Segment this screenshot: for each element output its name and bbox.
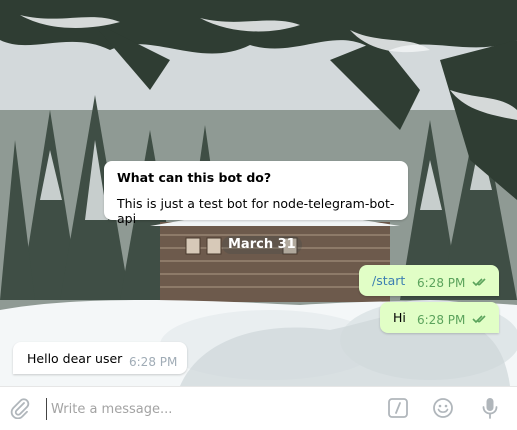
message-text-command[interactable]: /start (372, 273, 405, 288)
paperclip-icon[interactable] (9, 397, 31, 419)
message-time: 6:28 PM (417, 276, 466, 290)
message-time: 6:28 PM (129, 355, 178, 369)
date-separator: March 31 (222, 236, 302, 254)
bot-info-card: What can this bot do? This is just a tes… (104, 161, 408, 226)
bot-info-description: This is just a test bot for node-telegra… (117, 196, 395, 226)
outgoing-message[interactable]: /start 6:28 PM (359, 265, 499, 296)
bot-info-title: What can this bot do? (117, 170, 272, 185)
slash-command-icon[interactable] (387, 397, 409, 419)
chat-area: What can this bot do? This is just a tes… (0, 0, 517, 386)
message-text: Hello dear user (27, 351, 123, 366)
double-check-icon (472, 278, 486, 287)
emoji-icon[interactable] (432, 397, 454, 419)
message-text: Hi (393, 310, 406, 325)
incoming-message[interactable]: Hello dear user 6:28 PM (13, 342, 187, 374)
outgoing-message[interactable]: Hi 6:28 PM (380, 302, 499, 333)
message-time: 6:28 PM (417, 313, 466, 327)
message-input[interactable] (46, 398, 373, 420)
double-check-icon (472, 315, 486, 324)
message-composer (0, 386, 517, 430)
microphone-icon[interactable] (479, 396, 501, 420)
